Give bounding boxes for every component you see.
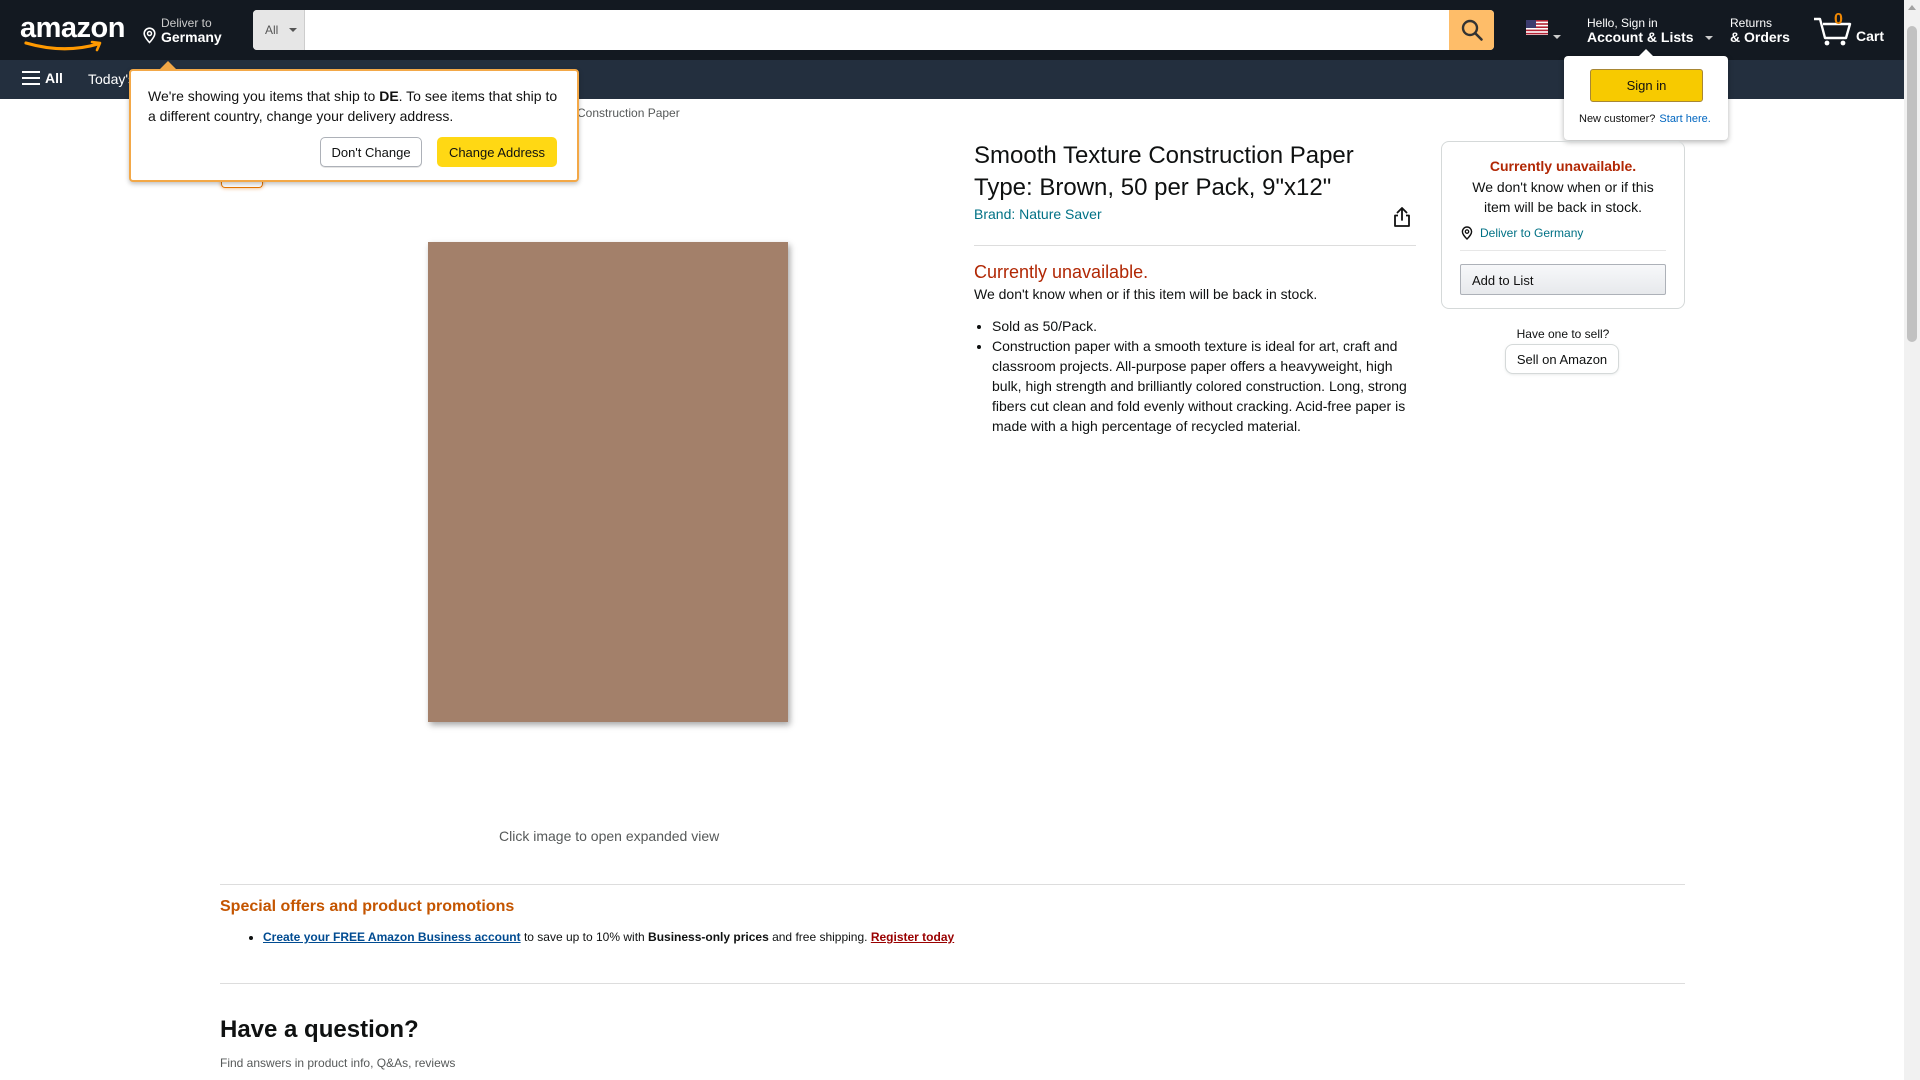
sell-on-amazon-button[interactable]: Sell on Amazon <box>1505 344 1619 374</box>
location-pin-icon <box>143 27 156 44</box>
message-country: DE <box>379 88 399 104</box>
change-address-button[interactable]: Change Address <box>437 137 557 167</box>
cart-icon <box>1814 17 1852 46</box>
buybox-deliver-label: Deliver to Germany <box>1480 226 1584 240</box>
account-flyout: Sign in New customer? Start here. <box>1564 49 1728 140</box>
product-title: Smooth Texture Construction Paper Type: … <box>974 142 1354 201</box>
deliver-country: Germany <box>161 29 222 45</box>
share-icon <box>1394 207 1410 227</box>
questions-heading: Have a question? <box>220 1016 419 1043</box>
promotions-heading: Special offers and product promotions <box>220 898 515 915</box>
deliver-label: Deliver to <box>161 16 212 30</box>
scroll-up-arrow-icon[interactable] <box>1908 5 1916 10</box>
divider <box>220 983 1685 984</box>
cart[interactable]: 0 Cart <box>1812 10 1894 50</box>
popover-arrow <box>159 61 177 70</box>
logo-smile-icon <box>24 40 102 52</box>
deliver-to[interactable]: Deliver to Germany <box>142 14 242 48</box>
us-flag-icon <box>1526 20 1548 35</box>
scrollbar-thumb[interactable] <box>1907 26 1917 342</box>
cart-label: Cart <box>1856 28 1885 44</box>
start-here-link[interactable]: Start here. <box>1659 113 1710 125</box>
account-greeting: Hello, Sign in <box>1587 16 1658 30</box>
register-today-link[interactable]: Register today <box>871 930 954 944</box>
divider <box>1460 250 1666 251</box>
all-menu-button[interactable]: All <box>22 70 63 86</box>
breadcrumb[interactable]: Construction Paper <box>577 106 680 120</box>
divider <box>220 884 1685 885</box>
search-button[interactable] <box>1449 10 1494 50</box>
hamburger-icon <box>22 71 40 85</box>
all-menu-label: All <box>45 70 63 86</box>
caret-down-icon <box>1705 36 1713 40</box>
search-input[interactable] <box>305 10 1450 50</box>
feature-bullet: Construction paper with a smooth texture… <box>992 336 1412 436</box>
caret-down-icon <box>289 28 297 32</box>
promotions-list: Create your FREE Amazon Business account… <box>263 930 954 944</box>
feature-bullets: Sold as 50/Pack. Construction paper with… <box>992 316 1412 436</box>
sign-in-button[interactable]: Sign in <box>1590 69 1703 102</box>
buy-box: Currently unavailable. We don't know whe… <box>1441 141 1685 309</box>
amazon-business-link[interactable]: Create your FREE Amazon Business account <box>263 930 521 944</box>
feature-bullet: Sold as 50/Pack. <box>992 316 1412 336</box>
location-popover: We're showing you items that ship to DE.… <box>129 61 579 182</box>
todays-deals-link[interactable]: Today's <box>88 71 135 87</box>
location-message: We're showing you items that ship to DE.… <box>148 86 568 126</box>
add-to-list-button[interactable]: Add to List <box>1460 264 1666 295</box>
share-button[interactable] <box>1392 206 1412 233</box>
promotion-text: and free shipping. <box>768 930 871 944</box>
product-image[interactable] <box>428 242 788 722</box>
buybox-deliver-to[interactable]: Deliver to Germany <box>1460 226 1583 240</box>
availability-status: Currently unavailable. <box>974 262 1149 282</box>
message-part1: We're showing you items that ship to <box>148 88 380 104</box>
orders-label: & Orders <box>1730 29 1790 45</box>
promotion-text: to save up to 10% with <box>520 930 649 944</box>
search-bar: All <box>253 10 1494 50</box>
image-hint: Click image to open expanded view <box>499 828 720 844</box>
new-customer-label: New customer? <box>1579 113 1656 125</box>
amazon-logo[interactable]: amazon <box>20 12 125 52</box>
buybox-availability-note: We don't know when or if this item will … <box>1472 179 1654 215</box>
new-customer-text: New customer? Start here. <box>1579 113 1711 125</box>
returns-label: Returns <box>1730 16 1773 30</box>
promotion-bold: Business-only prices <box>648 930 769 944</box>
availability-note: We don't know when or if this item will … <box>974 286 1318 302</box>
location-pin-icon <box>1461 226 1473 240</box>
sell-question: Have one to sell? <box>1516 327 1610 341</box>
returns-and-orders[interactable]: Returns & Orders <box>1730 14 1800 48</box>
questions-subtitle: Find answers in product info, Q&As, revi… <box>220 1056 456 1070</box>
logo-text: amazon <box>20 12 125 44</box>
account-label: Account & Lists <box>1587 29 1694 45</box>
brand-link[interactable]: Brand: Nature Saver <box>974 206 1102 222</box>
buybox-availability: Currently unavailable. <box>1489 158 1637 174</box>
page-scrollbar[interactable] <box>1904 0 1920 1080</box>
search-category-dropdown[interactable]: All <box>253 10 305 50</box>
search-category-value: All <box>265 23 279 37</box>
language-selector[interactable] <box>1526 20 1566 42</box>
top-nav: amazon Deliver to Germany All Hello, Sig… <box>0 0 1904 60</box>
divider <box>974 245 1416 246</box>
search-icon <box>1461 19 1483 41</box>
promotion-item: Create your FREE Amazon Business account… <box>263 930 954 944</box>
cart-count: 0 <box>1834 11 1843 28</box>
caret-down-icon <box>1553 35 1561 39</box>
flyout-arrow <box>1639 49 1653 56</box>
dont-change-button[interactable]: Don't Change <box>320 137 422 167</box>
account-and-lists[interactable]: Hello, Sign in Account & Lists <box>1587 14 1713 48</box>
